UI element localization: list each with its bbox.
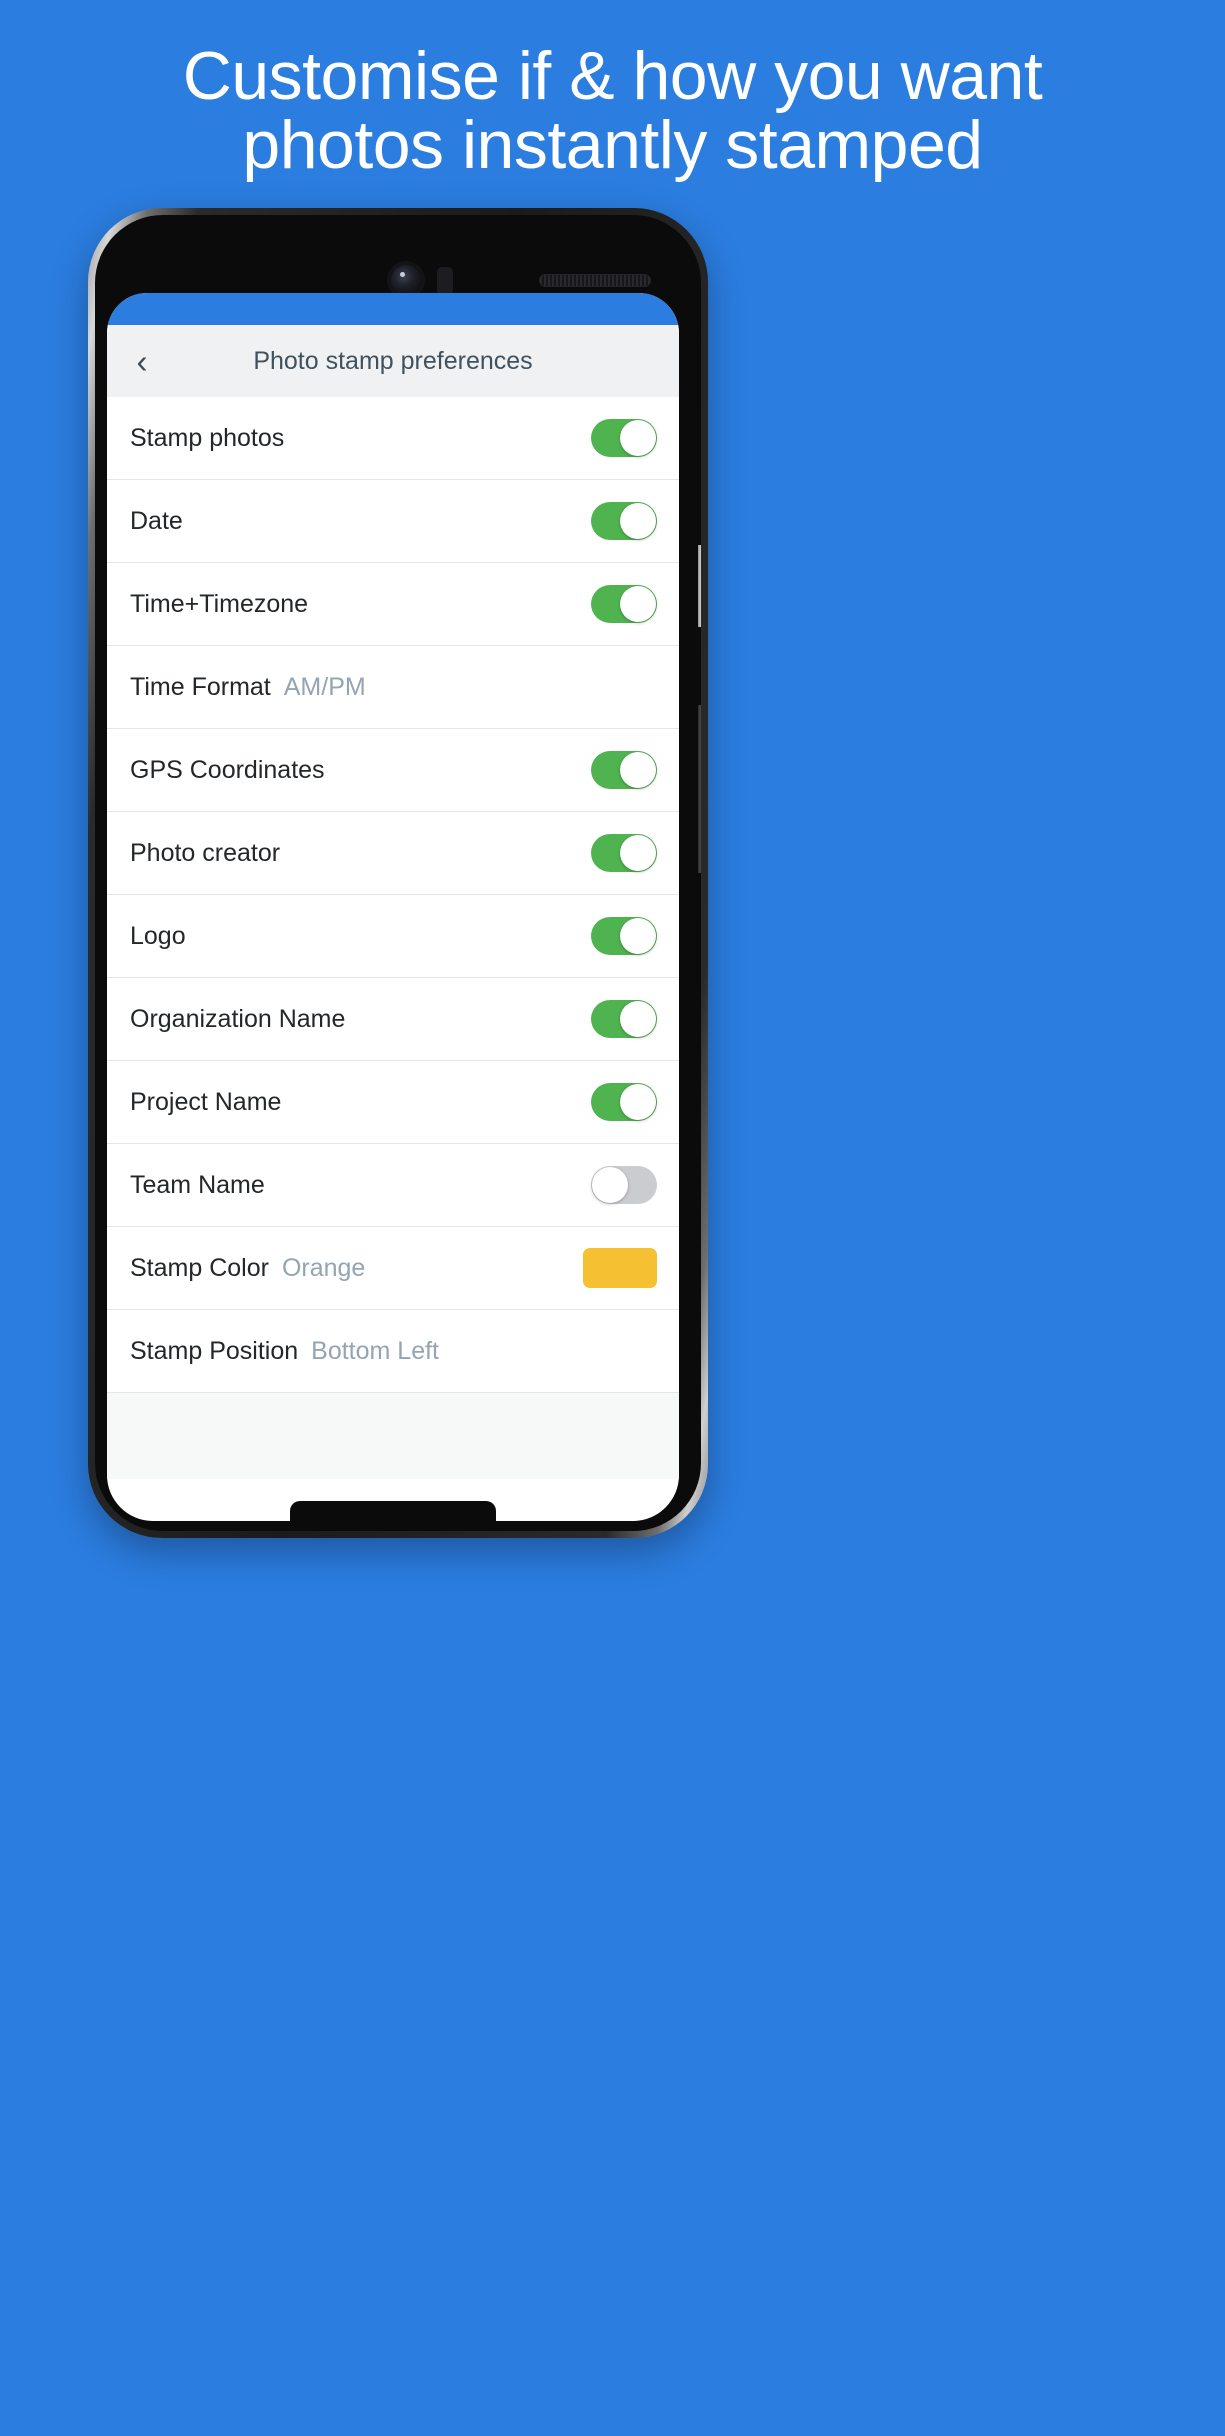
row-label: Stamp Position <box>130 1336 299 1365</box>
front-camera-icon <box>391 265 421 295</box>
toggle-knob <box>620 503 656 539</box>
setting-row-stamp-position[interactable]: Stamp Position Bottom Left <box>107 1310 679 1393</box>
toggle-photo-creator[interactable] <box>591 834 657 872</box>
settings-list: Stamp photos Date Time+Timezone Time For… <box>107 397 679 1393</box>
power-button[interactable] <box>698 705 701 873</box>
setting-row-time-format[interactable]: Time Format AM/PM <box>107 646 679 729</box>
toggle-organization-name[interactable] <box>591 1000 657 1038</box>
setting-row-photo-creator[interactable]: Photo creator <box>107 812 679 895</box>
toggle-knob <box>620 1084 656 1120</box>
row-value-stamp-position: Bottom Left <box>311 1336 439 1365</box>
setting-row-logo[interactable]: Logo <box>107 895 679 978</box>
screen-bottom-area <box>107 1393 679 1479</box>
toggle-knob <box>620 835 656 871</box>
row-label: Organization Name <box>130 1004 346 1033</box>
toggle-team-name[interactable] <box>591 1166 657 1204</box>
setting-row-stamp-color[interactable]: Stamp Color Orange <box>107 1227 679 1310</box>
home-indicator[interactable] <box>290 1501 496 1521</box>
toggle-stamp-photos[interactable] <box>591 419 657 457</box>
toggle-knob <box>620 586 656 622</box>
status-bar <box>107 293 679 325</box>
earpiece-speaker-icon <box>539 274 651 287</box>
row-label: Time+Timezone <box>130 589 309 618</box>
page-title: Photo stamp preferences <box>253 346 533 375</box>
proximity-sensor-icon <box>437 267 453 295</box>
volume-button[interactable] <box>698 545 701 627</box>
toggle-knob <box>620 420 656 456</box>
setting-row-gps-coordinates[interactable]: GPS Coordinates <box>107 729 679 812</box>
toggle-knob <box>620 752 656 788</box>
color-swatch-orange[interactable] <box>583 1248 657 1288</box>
app-bar: ‹ Photo stamp preferences <box>107 325 679 397</box>
row-label: Team Name <box>130 1170 265 1199</box>
toggle-knob <box>620 918 656 954</box>
toggle-gps-coordinates[interactable] <box>591 751 657 789</box>
toggle-project-name[interactable] <box>591 1083 657 1121</box>
phone-top-hardware <box>95 263 701 297</box>
row-label: Logo <box>130 921 186 950</box>
row-value-stamp-color: Orange <box>281 1253 366 1282</box>
row-label: Stamp Color <box>130 1253 269 1282</box>
setting-row-team-name[interactable]: Team Name <box>107 1144 679 1227</box>
setting-row-time-timezone[interactable]: Time+Timezone <box>107 563 679 646</box>
setting-row-organization-name[interactable]: Organization Name <box>107 978 679 1061</box>
row-label: GPS Coordinates <box>130 755 325 784</box>
promo-headline: Customise if & how you want photos insta… <box>0 38 1225 184</box>
row-value-time-format: AM/PM <box>283 672 366 701</box>
headline-line-2: photos instantly stamped <box>242 107 983 184</box>
toggle-logo[interactable] <box>591 917 657 955</box>
row-label: Time Format <box>130 672 271 701</box>
toggle-date[interactable] <box>591 502 657 540</box>
chevron-left-icon[interactable]: ‹ <box>129 345 155 378</box>
row-label: Photo creator <box>130 838 281 867</box>
phone-screen: ‹ Photo stamp preferences Stamp photos D… <box>107 293 679 1521</box>
toggle-time-timezone[interactable] <box>591 585 657 623</box>
setting-row-stamp-photos[interactable]: Stamp photos <box>107 397 679 480</box>
row-label: Date <box>130 506 183 535</box>
setting-row-project-name[interactable]: Project Name <box>107 1061 679 1144</box>
phone-mockup: ‹ Photo stamp preferences Stamp photos D… <box>88 208 708 1538</box>
row-label: Stamp photos <box>130 423 285 452</box>
row-label: Project Name <box>130 1087 282 1116</box>
phone-bezel: ‹ Photo stamp preferences Stamp photos D… <box>95 215 701 1531</box>
toggle-knob <box>592 1167 628 1203</box>
setting-row-date[interactable]: Date <box>107 480 679 563</box>
toggle-knob <box>620 1001 656 1037</box>
headline-line-1: Customise if & how you want <box>182 38 1043 114</box>
